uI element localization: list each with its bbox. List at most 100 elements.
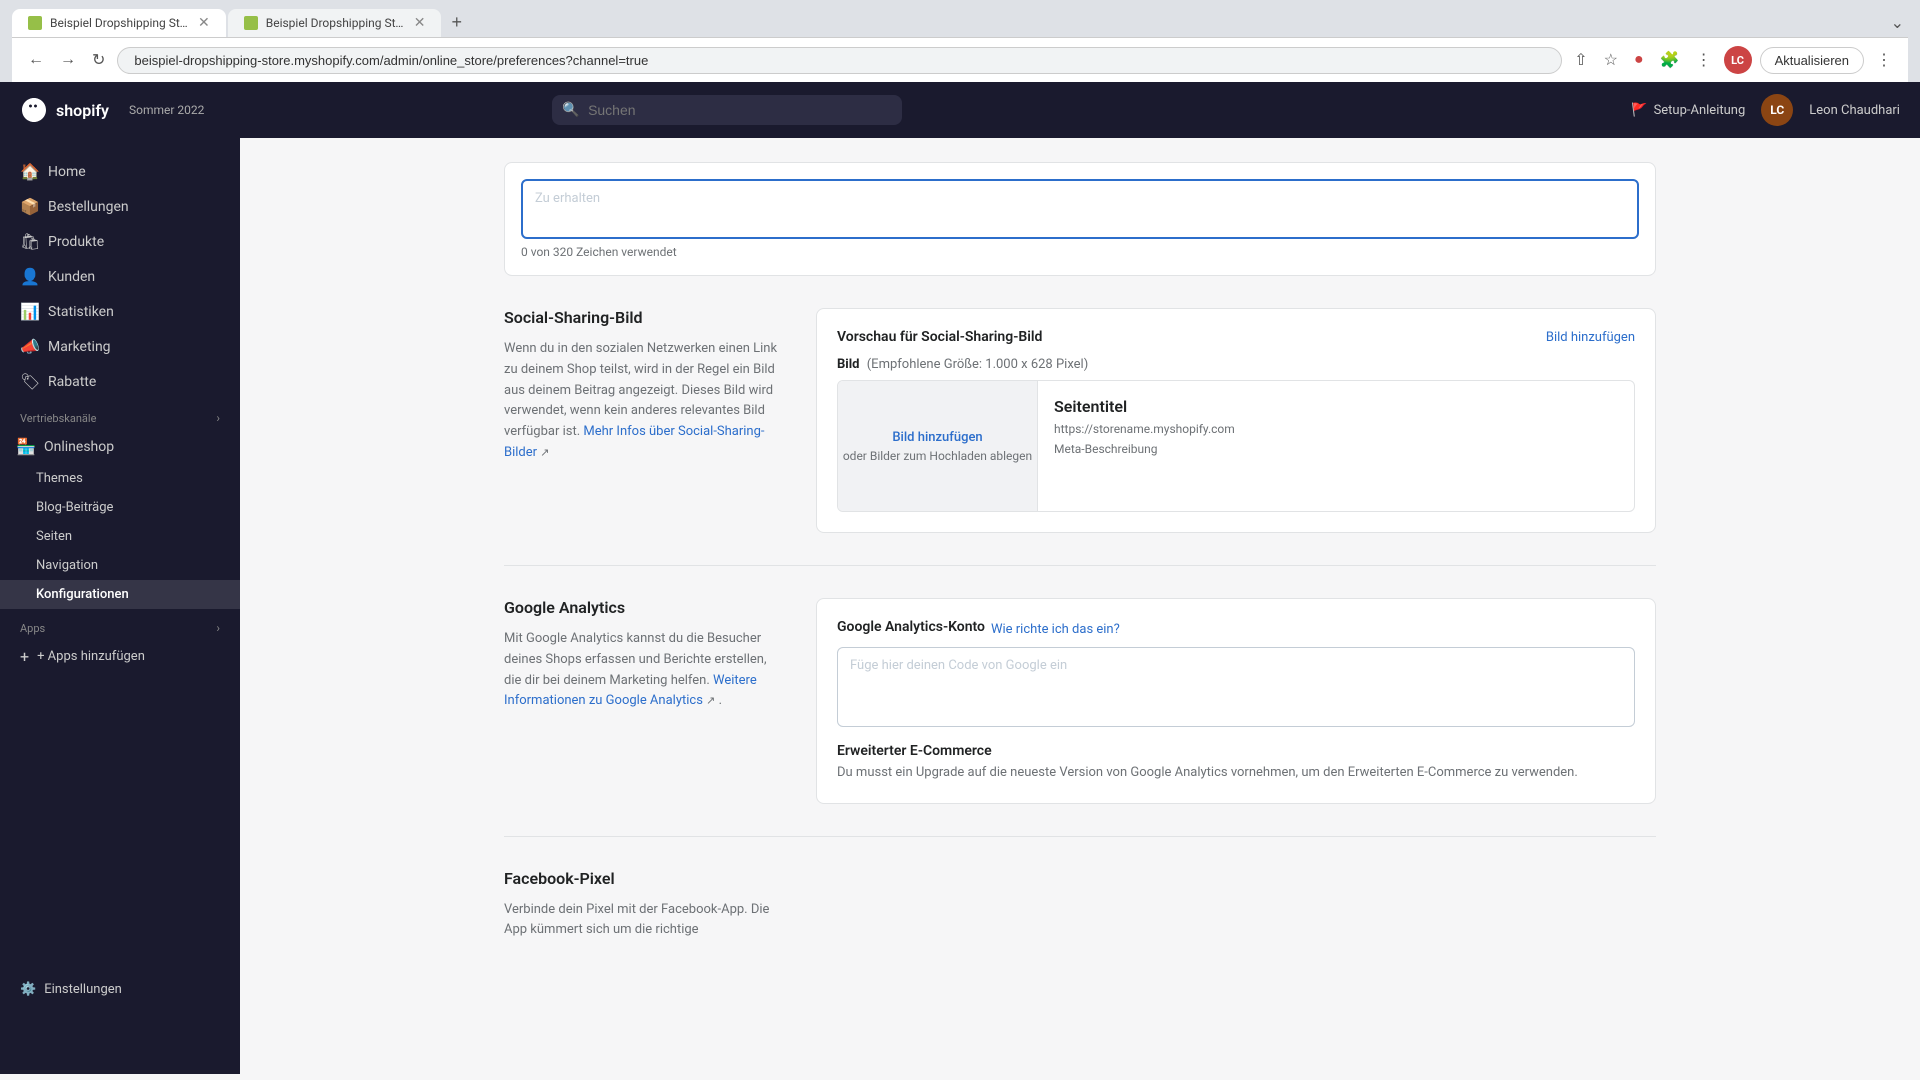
social-preview-card: Bild hinzufügen oder Bilder zum Hochlade… <box>837 380 1635 512</box>
tab-close-2[interactable]: ✕ <box>414 15 426 31</box>
onlineshop-icon: 🏪 <box>16 437 34 456</box>
ga-external-icon: ↗ <box>706 694 715 707</box>
social-sharing-title: Social-Sharing-Bild <box>504 308 784 327</box>
setup-link[interactable]: 🚩 Setup-Anleitung <box>1631 103 1745 118</box>
sidebar-item-onlineshop[interactable]: 🏪 Onlineshop <box>0 429 240 464</box>
social-sharing-card-title: Vorschau für Social-Sharing-Bild Bild hi… <box>837 329 1635 345</box>
add-image-link[interactable]: Bild hinzufügen <box>1546 330 1635 345</box>
ga-code-field[interactable]: Füge hier deinen Code von Google ein <box>837 647 1635 727</box>
share-button[interactable]: ⇧ <box>1570 46 1591 74</box>
char-count: 0 von 320 Zeichen verwendet <box>521 245 1639 259</box>
sidebar-sub-konfigurationen[interactable]: Konfigurationen <box>0 580 240 609</box>
sidebar-item-kunden[interactable]: 👤 Kunden <box>0 259 240 294</box>
stats-icon: 📊 <box>20 302 38 321</box>
sidebar-add-apps[interactable]: + + Apps hinzufügen <box>0 639 240 674</box>
ga-title: Google Analytics <box>504 598 784 617</box>
social-sharing-section: Social-Sharing-Bild Wenn du in den sozia… <box>504 276 1656 566</box>
search-input[interactable] <box>552 95 902 125</box>
social-sharing-left: Social-Sharing-Bild Wenn du in den sozia… <box>504 308 784 533</box>
minimize-button[interactable]: ⌄ <box>1887 9 1908 37</box>
add-icon: + <box>20 647 29 666</box>
ga-setup-link[interactable]: Wie richte ich das ein? <box>991 622 1120 637</box>
apps-label: Apps › <box>0 609 240 639</box>
back-button[interactable]: ← <box>24 47 48 73</box>
marketing-icon: 📣 <box>20 337 38 356</box>
erweiterter-desc: Du musst ein Upgrade auf die neueste Ver… <box>837 763 1635 783</box>
fb-left: Facebook-Pixel Verbinde dein Pixel mit d… <box>504 869 784 942</box>
tab-close-1[interactable]: ✕ <box>198 15 210 31</box>
sidebar-sub-blog[interactable]: Blog-Beiträge <box>0 493 240 522</box>
tab-title-1: Beispiel Dropshipping Store ·... <box>50 16 190 30</box>
sidebar-item-marketing[interactable]: 📣 Marketing <box>0 329 240 364</box>
sidebar-sub-seiten[interactable]: Seiten <box>0 522 240 551</box>
bookmark-button[interactable]: ☆ <box>1600 46 1622 74</box>
header-right: 🚩 Setup-Anleitung LC Leon Chaudhari <box>1631 94 1900 126</box>
meta-desc-textarea[interactable]: Zu erhalten <box>521 179 1639 239</box>
menu-icon[interactable]: ⋮ <box>1692 46 1716 74</box>
header-search-wrapper: 🔍 <box>552 95 952 125</box>
address-bar[interactable] <box>117 47 1562 74</box>
social-preview-meta: Seitentitel https://storename.myshopify.… <box>1038 381 1251 511</box>
upload-btn[interactable]: Bild hinzufügen <box>892 430 982 445</box>
sidebar-item-home[interactable]: 🏠 Home <box>0 154 240 189</box>
ga-left: Google Analytics Mit Google Analytics ka… <box>504 598 784 804</box>
flag-icon: 🚩 <box>1631 103 1647 118</box>
customers-icon: 👤 <box>20 267 38 286</box>
preview-url: https://storename.myshopify.com <box>1054 422 1235 436</box>
search-icon: 🔍 <box>562 102 579 118</box>
ga-placeholder: Füge hier deinen Code von Google ein <box>850 658 1067 673</box>
vertriebskanaele-arrow[interactable]: › <box>216 411 220 425</box>
refresh-button[interactable]: ↻ <box>88 46 109 74</box>
external-link-icon: ↗ <box>540 446 549 459</box>
shopify-text: shopify <box>56 101 109 120</box>
forward-button[interactable]: → <box>56 47 80 73</box>
ga-desc: Mit Google Analytics kannst du die Besuc… <box>504 629 784 712</box>
browser-more-button[interactable]: ⋮ <box>1872 46 1896 74</box>
discounts-icon: 🏷 <box>20 372 38 391</box>
social-sharing-right: Vorschau für Social-Sharing-Bild Bild hi… <box>816 308 1656 533</box>
upload-hint: oder Bilder zum Hochladen ablegen <box>843 449 1032 463</box>
products-icon: 🛍 <box>20 232 38 251</box>
browser-tab-1[interactable]: Beispiel Dropshipping Store ·... ✕ <box>12 9 226 37</box>
user-name: Leon Chaudhari <box>1809 103 1900 118</box>
user-avatar: LC <box>1761 94 1793 126</box>
shopify-season: Sommer 2022 <box>129 103 204 117</box>
shopify-logo: shopify <box>20 96 109 124</box>
main-content: Zu erhalten 0 von 320 Zeichen verwendet … <box>240 138 1920 1074</box>
sidebar-item-rabatte[interactable]: 🏷 Rabatte <box>0 364 240 399</box>
apps-arrow[interactable]: › <box>216 621 220 635</box>
ga-card: Google Analytics-Konto Wie richte ich da… <box>816 598 1656 804</box>
sidebar-sub-navigation[interactable]: Navigation <box>0 551 240 580</box>
opera-icon[interactable]: ● <box>1630 47 1648 73</box>
sidebar-sub-themes[interactable]: Themes <box>0 464 240 493</box>
settings-icon: ⚙️ <box>20 982 36 997</box>
facebook-pixel-section: Facebook-Pixel Verbinde dein Pixel mit d… <box>504 837 1656 942</box>
google-analytics-section: Google Analytics Mit Google Analytics ka… <box>504 566 1656 837</box>
sidebar-item-bestellungen[interactable]: 📦 Bestellungen <box>0 189 240 224</box>
browser-tab-2[interactable]: Beispiel Dropshipping Store ✕ <box>228 9 442 37</box>
sidebar-item-einstellungen[interactable]: ⚙️ Einstellungen <box>0 974 240 1005</box>
browser-user-avatar: LC <box>1724 46 1752 74</box>
update-button[interactable]: Aktualisieren <box>1760 47 1864 74</box>
fb-right <box>816 869 1656 942</box>
preview-desc: Meta-Beschreibung <box>1054 442 1235 456</box>
meta-placeholder: Zu erhalten <box>535 191 600 206</box>
new-tab-button[interactable]: + <box>443 8 470 37</box>
sidebar-item-produkte[interactable]: 🛍 Produkte <box>0 224 240 259</box>
tab-favicon-2 <box>244 16 258 30</box>
erweiterter-title: Erweiterter E-Commerce <box>837 743 1635 759</box>
social-preview-image-area[interactable]: Bild hinzufügen oder Bilder zum Hochlade… <box>838 381 1038 511</box>
tab-favicon-1 <box>28 16 42 30</box>
fb-title: Facebook-Pixel <box>504 869 784 888</box>
vertriebskanaele-label: Vertriebskanäle › <box>0 399 240 429</box>
extension-icon[interactable]: 🧩 <box>1656 46 1684 74</box>
social-sharing-desc: Wenn du in den sozialen Netzwerken einen… <box>504 339 784 464</box>
sidebar: 🏠 Home 📦 Bestellungen 🛍 Produkte 👤 Kunde… <box>0 138 240 1074</box>
sidebar-item-statistiken[interactable]: 📊 Statistiken <box>0 294 240 329</box>
home-icon: 🏠 <box>20 162 38 181</box>
fb-desc: Verbinde dein Pixel mit der Facebook-App… <box>504 900 784 942</box>
tab-title-2: Beispiel Dropshipping Store <box>266 16 406 30</box>
orders-icon: 📦 <box>20 197 38 216</box>
bild-label: Bild (Empfohlene Größe: 1.000 x 628 Pixe… <box>837 357 1635 372</box>
preview-title: Seitentitel <box>1054 397 1235 416</box>
